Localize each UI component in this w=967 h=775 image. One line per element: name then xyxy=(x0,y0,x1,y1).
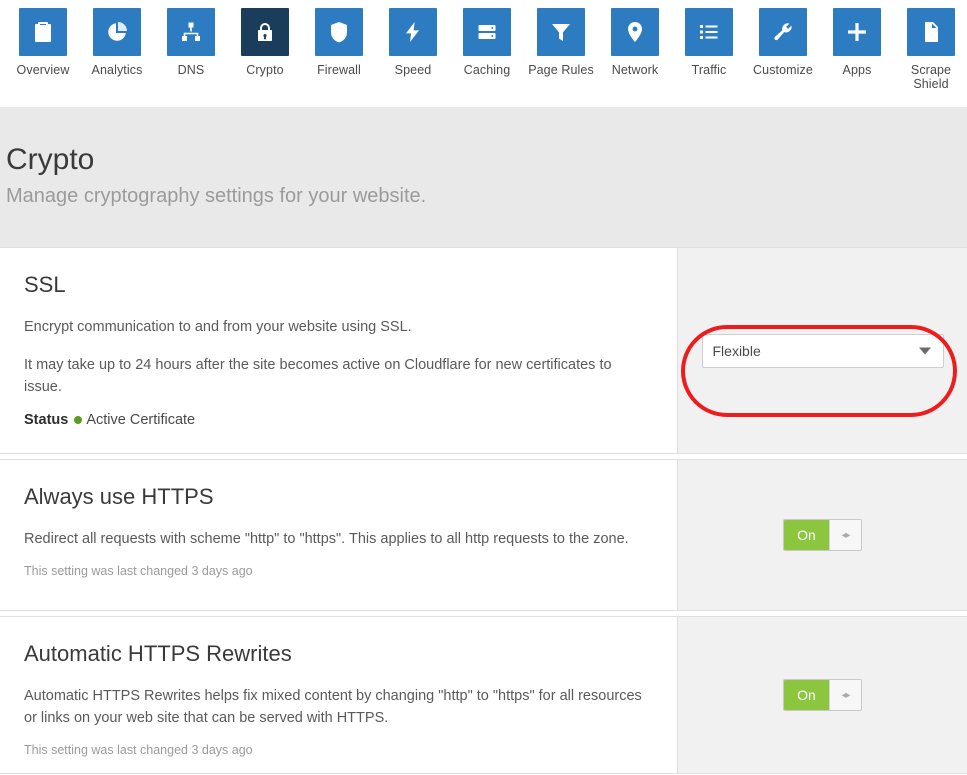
nav-item-traffic[interactable]: Traffic xyxy=(672,8,746,77)
nav-label: Customize xyxy=(753,63,813,77)
nav-label: Network xyxy=(611,63,659,77)
nav-item-customize[interactable]: Customize xyxy=(746,8,820,77)
page-header: Crypto Manage cryptography settings for … xyxy=(0,107,967,247)
nav-label: Caching xyxy=(463,63,511,77)
nav-label: Overview xyxy=(16,63,70,77)
status-row: Status Active Certificate xyxy=(24,410,653,430)
toggle-on-label: On xyxy=(784,680,829,710)
always-use-https-toggle[interactable]: On ◂▸ xyxy=(783,519,862,551)
map-pin-icon xyxy=(611,8,659,56)
card-control-area: On ◂▸ xyxy=(678,617,967,773)
ssl-mode-select[interactable]: Flexible xyxy=(701,333,944,368)
nav-item-analytics[interactable]: Analytics xyxy=(80,8,154,77)
card-body: SSL Encrypt communication to and from yo… xyxy=(0,248,678,453)
nav-item-scrape-shield[interactable]: Scrape Shield xyxy=(894,8,967,91)
funnel-icon xyxy=(537,8,585,56)
card-description-secondary: It may take up to 24 hours after the sit… xyxy=(24,357,612,395)
setting-card-automatic-https-rewrites: Automatic HTTPS Rewrites Automatic HTTPS… xyxy=(0,616,967,774)
bolt-icon xyxy=(389,8,437,56)
card-last-changed: This setting was last changed 3 days ago xyxy=(24,743,253,757)
main-navigation: Overview Analytics DNS Crypto Firewall S… xyxy=(0,0,967,107)
clipboard-icon xyxy=(19,8,67,56)
card-title: Always use HTTPS xyxy=(24,484,214,509)
nav-item-apps[interactable]: Apps xyxy=(820,8,894,77)
card-control-area: On ◂▸ xyxy=(678,460,967,610)
card-body: Automatic HTTPS Rewrites Automatic HTTPS… xyxy=(0,617,678,773)
setting-card-ssl: SSL Encrypt communication to and from yo… xyxy=(0,247,967,454)
card-title: Automatic HTTPS Rewrites xyxy=(24,641,292,666)
crypto-page: Overview Analytics DNS Crypto Firewall S… xyxy=(0,0,967,775)
nav-label: Speed xyxy=(394,63,432,77)
toggle-handle-icon: ◂▸ xyxy=(829,680,861,710)
server-icon xyxy=(463,8,511,56)
toggle-on-label: On xyxy=(784,520,829,550)
status-dot-icon xyxy=(74,416,83,425)
nav-item-network[interactable]: Network xyxy=(598,8,672,77)
document-icon xyxy=(907,8,955,56)
nav-label: DNS xyxy=(177,63,205,77)
nav-label: Analytics xyxy=(91,63,143,77)
pie-chart-icon xyxy=(93,8,141,56)
shield-icon xyxy=(315,8,363,56)
settings-card-list: SSL Encrypt communication to and from yo… xyxy=(0,247,967,775)
card-last-changed: This setting was last changed 3 days ago xyxy=(24,564,253,578)
nav-item-crypto[interactable]: Crypto xyxy=(228,8,302,77)
nav-label: Firewall xyxy=(317,63,361,77)
setting-card-always-use-https: Always use HTTPS Redirect all requests w… xyxy=(0,459,967,611)
nav-label: Traffic xyxy=(691,63,727,77)
status-label: Status xyxy=(24,412,69,428)
wrench-icon xyxy=(759,8,807,56)
nav-item-caching[interactable]: Caching xyxy=(450,8,524,77)
plus-icon xyxy=(833,8,881,56)
nav-item-overview[interactable]: Overview xyxy=(6,8,80,77)
chevron-down-icon xyxy=(918,347,931,354)
card-description-primary: Encrypt communication to and from your w… xyxy=(24,319,412,335)
nav-label: Apps xyxy=(842,63,872,77)
nav-item-speed[interactable]: Speed xyxy=(376,8,450,77)
nav-label: Page Rules xyxy=(528,63,594,77)
status-badge: Active Certificate xyxy=(86,412,196,428)
ssl-mode-select-value: Flexible xyxy=(712,342,761,359)
nav-item-page-rules[interactable]: Page Rules xyxy=(524,8,598,77)
nav-item-firewall[interactable]: Firewall xyxy=(302,8,376,77)
automatic-https-rewrites-toggle[interactable]: On ◂▸ xyxy=(783,679,862,711)
nav-label: Crypto xyxy=(246,63,284,77)
card-description-primary: Redirect all requests with scheme "http"… xyxy=(24,531,629,547)
page-subtitle: Manage cryptography settings for your we… xyxy=(6,185,427,207)
lock-icon xyxy=(241,8,289,56)
nav-label: Scrape Shield xyxy=(910,63,952,91)
card-control-area: Flexible xyxy=(678,248,967,453)
card-description-primary: Automatic HTTPS Rewrites helps fix mixed… xyxy=(24,688,642,726)
list-icon xyxy=(685,8,733,56)
nav-item-dns[interactable]: DNS xyxy=(154,8,228,77)
page-title: Crypto xyxy=(6,143,95,176)
ssl-mode-select-wrap: Flexible xyxy=(701,333,944,368)
toggle-handle-icon: ◂▸ xyxy=(829,520,861,550)
card-title: SSL xyxy=(24,272,66,297)
sitemap-icon xyxy=(167,8,215,56)
card-body: Always use HTTPS Redirect all requests w… xyxy=(0,460,678,610)
